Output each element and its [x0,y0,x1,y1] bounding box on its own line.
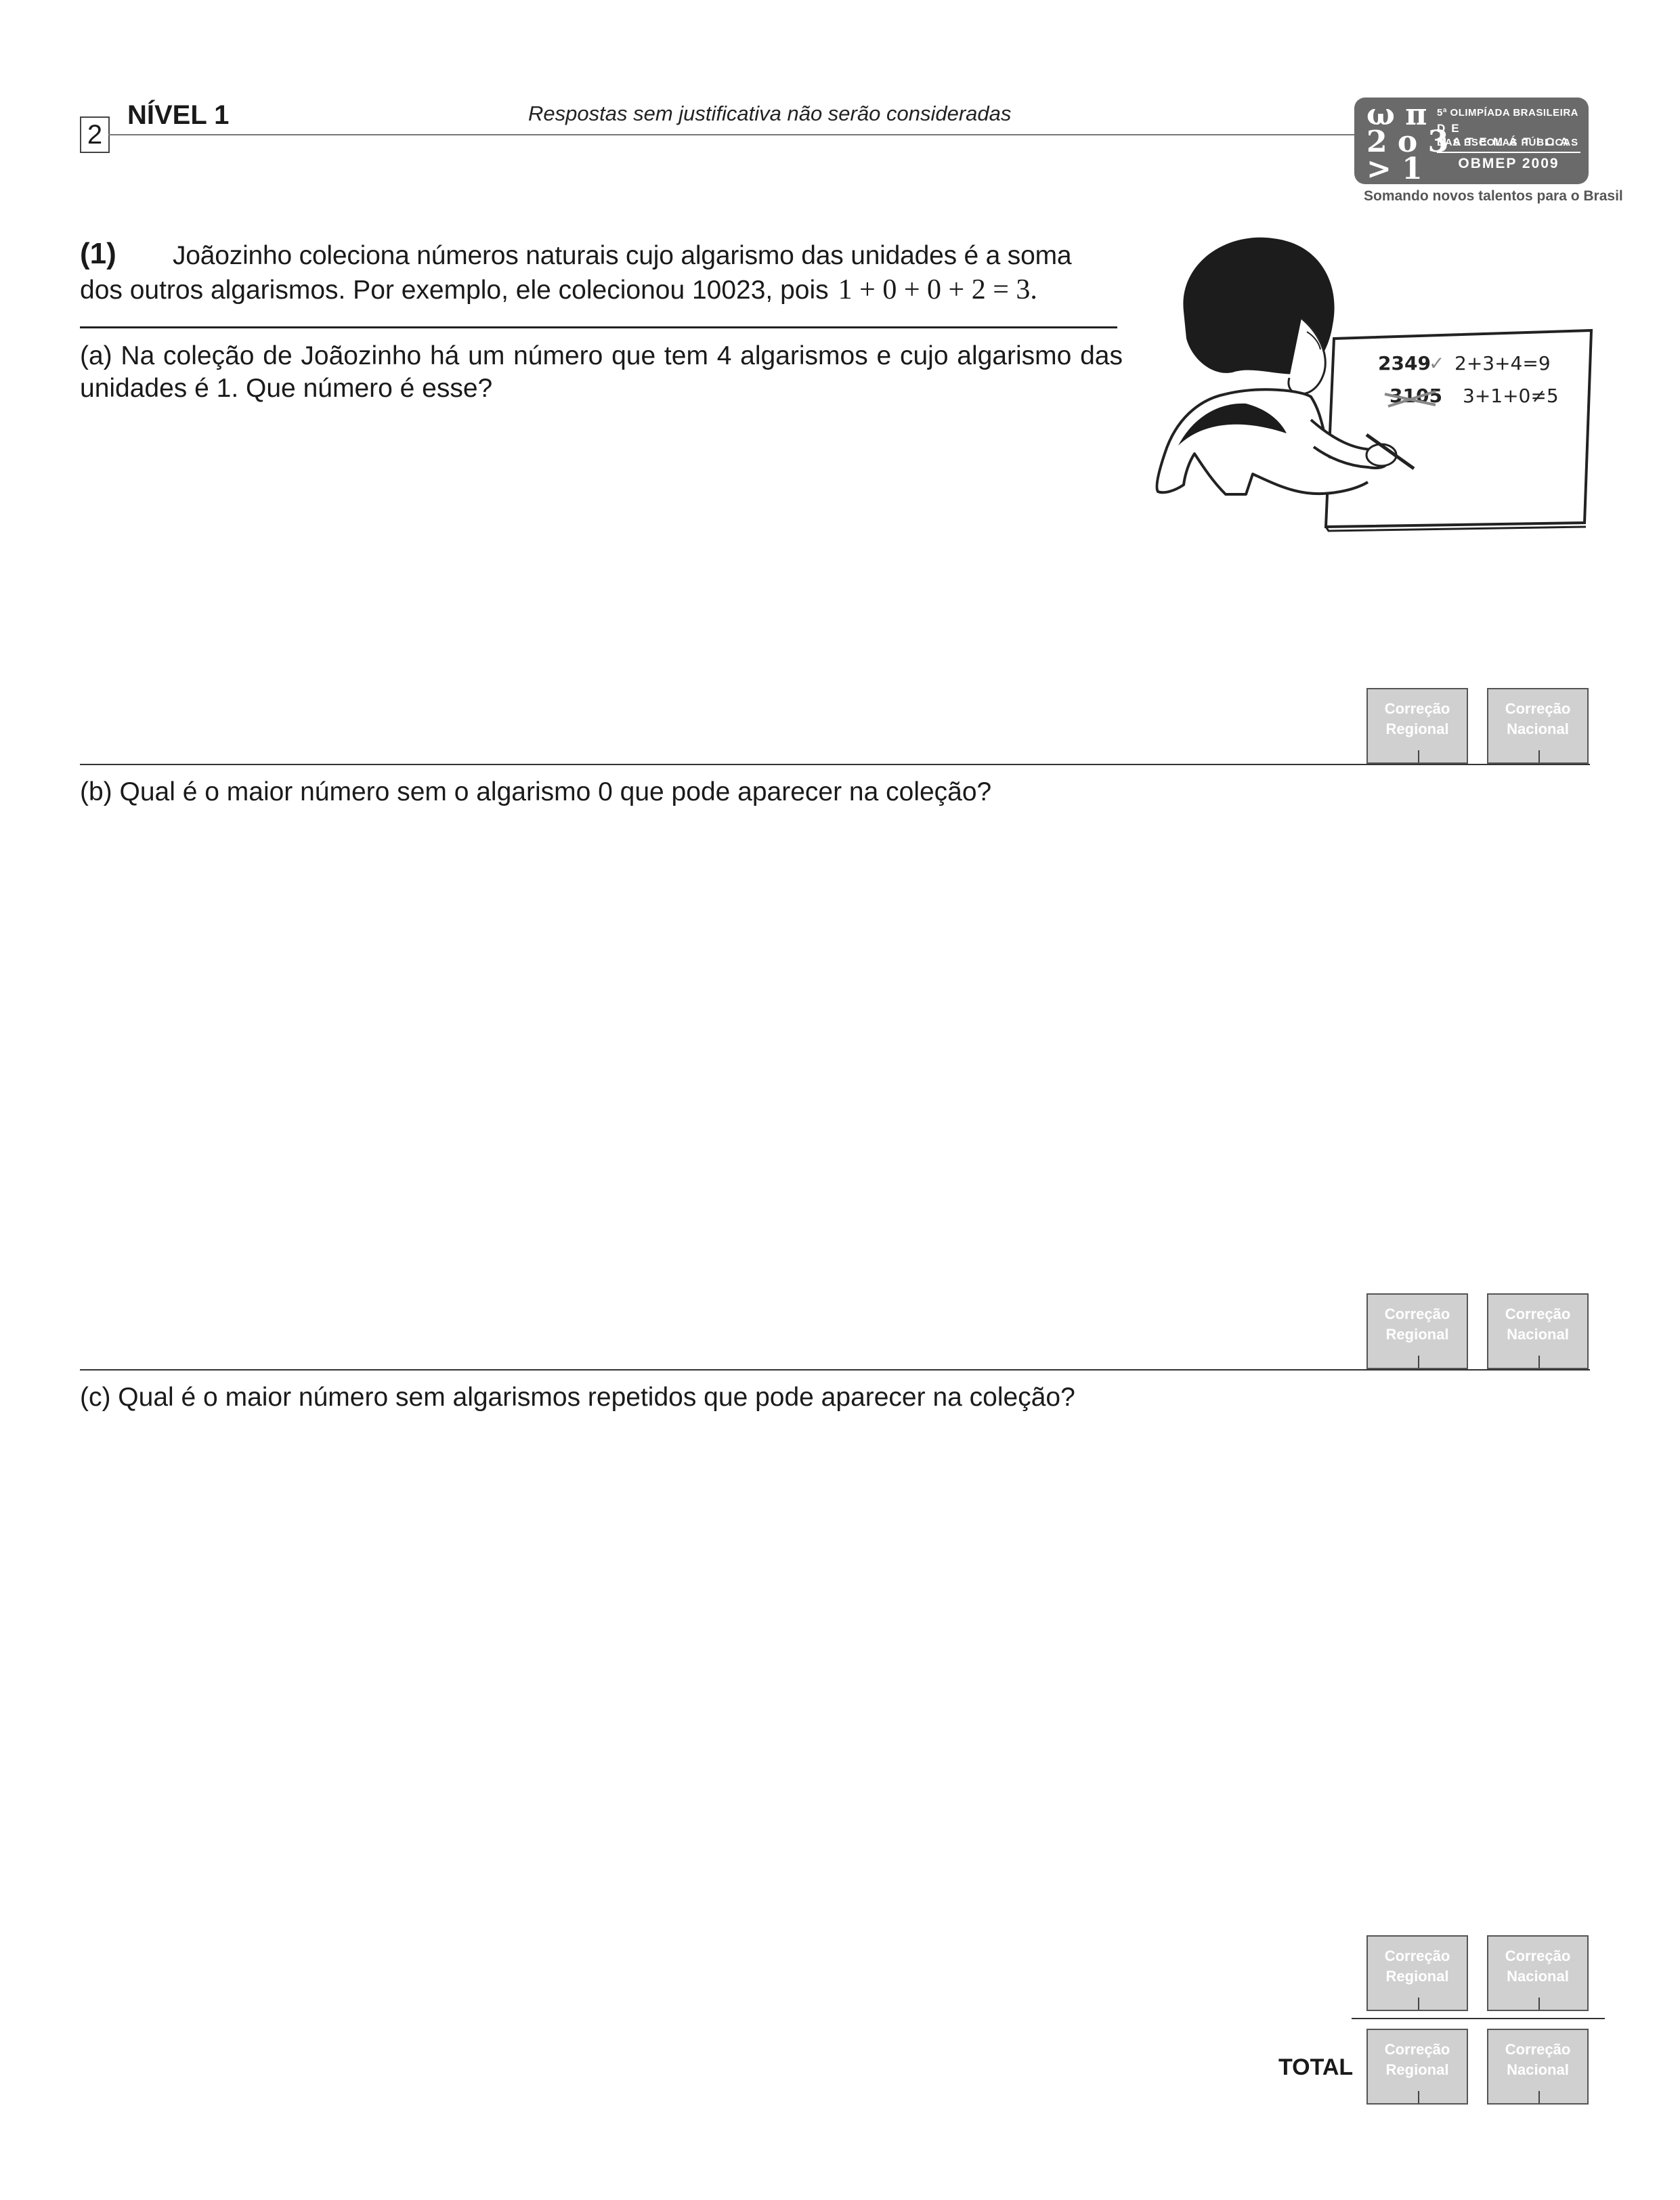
grade-tick [1538,750,1540,762]
grade-label: Correção [1384,700,1450,717]
board-number-1: 2349 [1378,352,1431,374]
question-b: (b) Qual é o maior número sem o algarism… [80,777,992,806]
grade-label: Correção [1384,2041,1450,2058]
problem-number: (1) [80,237,116,270]
section-a-divider [80,764,1590,765]
grade-tick [1538,1998,1540,2010]
grade-box-b-nacional: Correção Nacional [1487,1293,1589,1369]
logo-tagline: Somando novos talentos para o Brasil [1364,188,1623,204]
logo-line-1: 5ª OLIMPÍADA BRASILEIRA [1437,107,1579,118]
grade-label: Nacional [1507,720,1569,737]
question-c: (c) Qual é o maior número sem algarismos… [80,1383,1075,1412]
grade-label: Correção [1384,1947,1450,1964]
grade-label: Nacional [1507,1326,1569,1343]
grade-box-c-regional: Correção Regional [1366,1935,1468,2011]
grade-label: Correção [1384,1306,1450,1322]
board-sum-1: 2+3+4=9 [1455,352,1551,374]
grade-label: Correção [1505,1947,1571,1964]
grade-label: Nacional [1507,1968,1569,1985]
grade-box-a-regional: Correção Regional [1366,688,1468,764]
grade-tick [1418,750,1419,762]
board-sum-2: 3+1+0≠5 [1463,385,1559,407]
obmep-logo: ω π 2 o 3 > 1 5ª OLIMPÍADA BRASILEIRA DE… [1354,98,1589,184]
grade-label: Regional [1385,720,1449,737]
check-mark-icon: ✓ [1429,352,1444,374]
grade-label: Regional [1385,1326,1449,1343]
problem-intro-line-1: Joãozinho coleciona números naturais cuj… [173,241,1072,270]
problem-intro-line-2: dos outros algarismos. Por exemplo, ele … [80,274,1037,306]
level-title: NÍVEL 1 [127,100,230,130]
problem-intro-text: dos outros algarismos. Por exemplo, ele … [80,276,829,305]
header-subtitle: Respostas sem justificativa não serão co… [528,102,1012,125]
question-a: (a) Na coleção de Joãozinho há um número… [80,341,1123,403]
grade-box-c-nacional: Correção Nacional [1487,1935,1589,2011]
grade-tick [1418,1998,1419,2010]
logo-line-4: OBMEP 2009 [1458,156,1559,171]
grade-tick [1538,1356,1540,1368]
intro-divider [80,326,1117,328]
grade-box-b-regional: Correção Regional [1366,1293,1468,1369]
grade-box-a-nacional: Correção Nacional [1487,688,1589,764]
grade-tick [1538,2091,1540,2103]
logo-line-3: DAS ESCOLAS PÚBLICAS [1437,137,1579,148]
total-label: TOTAL [1278,2054,1354,2080]
section-b-divider [80,1369,1590,1371]
grade-label: Regional [1385,2061,1449,2078]
header-divider [108,134,1354,135]
grade-label: Nacional [1507,2061,1569,2078]
grade-label: Correção [1505,2041,1571,2058]
total-divider [1352,2018,1605,2019]
problem-equation: 1 + 0 + 0 + 2 = 3. [838,274,1037,305]
grade-tick [1418,2091,1419,2103]
boy-at-board-illustration: 2349 ✓ 2+3+4=9 3105 3+1+0≠5 [1155,237,1593,532]
grade-label: Regional [1385,1968,1449,1985]
grade-tick [1418,1356,1419,1368]
grade-label: Correção [1505,1306,1571,1322]
page-number: 2 [80,116,110,153]
logo-divider [1437,152,1580,153]
grade-box-total-regional: Correção Regional [1366,2029,1468,2105]
grade-box-total-nacional: Correção Nacional [1487,2029,1589,2105]
grade-label: Correção [1505,700,1571,717]
